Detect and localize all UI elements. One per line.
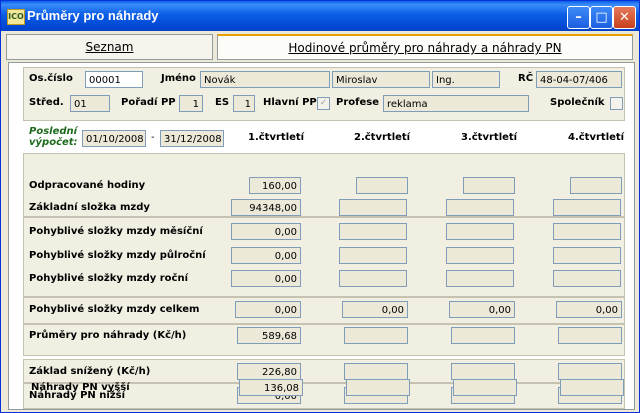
prumery-q3[interactable] [451,327,515,344]
rocni-q3[interactable] [446,270,514,287]
vypocet-label: výpočet: [29,137,78,148]
tab-hodinove-prumery[interactable]: Hodinové průměry pro náhrady a náhrady P… [217,34,633,60]
odpracovane-label: Odpracované hodiny [29,180,146,191]
mesicni-label: Pohyblivé složky mzdy měsíční [29,226,203,237]
zakladni-label: Základní složka mzdy [29,202,150,213]
celkem-label: Pohyblivé složky mzdy celkem [29,304,200,315]
nahrady-vyssi-label: Náhrady PN vyšší [31,382,130,393]
minimize-icon[interactable]: – [567,6,590,29]
zaklad-snizeny-q4[interactable] [558,363,622,380]
nahrady-vyssi-q4[interactable] [560,379,624,396]
zakladni-q3[interactable] [446,199,514,216]
maximize-icon[interactable]: □ [590,6,613,29]
zaklad-snizeny-q3[interactable] [451,363,515,380]
pulrocni-q1[interactable]: 0,00 [231,247,301,264]
posledni-label: Poslední [29,126,78,137]
zaklad-snizeny-label: Základ snížený (Kč/h) [29,366,151,377]
odpracovane-q2[interactable] [356,177,408,194]
rocni-q1[interactable]: 0,00 [231,270,301,287]
rocni-q4[interactable] [553,270,621,287]
prumery-q2[interactable] [344,327,408,344]
profese-label: Profese [336,97,379,108]
odpracovane-q3[interactable] [463,177,515,194]
jmeno-field[interactable]: Miroslav [332,71,430,88]
es-label: ES [215,97,230,108]
zaklad-snizeny-q1[interactable]: 226,80 [237,363,301,380]
spolecnik-checkbox[interactable] [610,97,623,110]
tab-seznam-label: Seznam [85,40,134,54]
zakladni-q4[interactable] [553,199,621,216]
profese-field[interactable]: reklama [383,95,529,112]
odpracovane-q1[interactable]: 160,00 [249,177,301,194]
pulrocni-q3[interactable] [446,247,514,264]
window-title: Průměry pro náhrady [27,8,159,23]
mesicni-q1[interactable]: 0,00 [231,223,301,240]
titul-field[interactable]: Ing. [432,71,500,88]
stred-label: Střed. [29,97,64,108]
rocni-label: Pohyblivé složky mzdy roční [29,273,189,284]
tab-hodinove-label: Hodinové průměry pro náhrady a náhrady P… [288,41,562,55]
hlavni-pp-label: Hlavní PP [263,97,317,108]
nahrady-vyssi-q3[interactable] [453,379,517,396]
mesicni-q2[interactable] [339,223,407,240]
mesicni-q4[interactable] [553,223,621,240]
client-area: Seznam Hodinové průměry pro náhrady a ná… [4,32,636,410]
rocni-q2[interactable] [339,270,407,287]
title-bar[interactable]: ICO Průměry pro náhrady – □ ✕ [1,1,639,31]
odpracovane-q4[interactable] [570,177,622,194]
period-dash: - [151,132,155,143]
quarter-header-4: 4.čtvrtletí [568,132,625,143]
celkem-q2[interactable]: 0,00 [342,301,408,318]
os-cislo-field[interactable]: 00001 [85,71,143,88]
pulrocni-q2[interactable] [339,247,407,264]
rc-label: RČ [518,73,534,84]
zakladni-q1[interactable]: 94348,00 [231,199,301,216]
prumery-q1[interactable]: 589,68 [237,327,301,344]
period-to-field[interactable]: 31/12/2008 [160,130,224,147]
es-field[interactable]: 1 [233,95,255,112]
hlavni-pp-checkbox[interactable]: ✓ [317,97,330,110]
nahrady-vyssi-q1[interactable]: 136,08 [239,379,303,396]
tab-seznam[interactable]: Seznam [6,34,213,60]
rc-field[interactable]: 48-04-07/406 [536,71,622,88]
jmeno-label: Jméno [161,73,196,84]
celkem-q4[interactable]: 0,00 [556,301,622,318]
main-window: ICO Průměry pro náhrady – □ ✕ Seznam Hod… [0,0,640,413]
app-icon: ICO [7,9,25,25]
quarter-header-1: 1.čtvrtletí [248,132,305,143]
pulrocni-q4[interactable] [553,247,621,264]
mesicni-q3[interactable] [446,223,514,240]
spolecnik-label: Společník [550,97,605,108]
prumery-label: Průměry pro náhrady (Kč/h) [29,330,187,341]
prijmeni-field[interactable]: Novák [200,71,330,88]
celkem-q3[interactable]: 0,00 [449,301,515,318]
close-icon[interactable]: ✕ [613,6,636,29]
nahrady-vyssi-q2[interactable] [346,379,410,396]
quarter-header-2: 2.čtvrtletí [354,132,411,143]
period-from-field[interactable]: 01/10/2008 [82,130,146,147]
zakladni-q2[interactable] [339,199,407,216]
stred-field[interactable]: 01 [70,95,110,112]
poradi-field[interactable]: 1 [179,95,203,112]
celkem-q1[interactable]: 0,00 [235,301,301,318]
prumery-q4[interactable] [558,327,622,344]
content-panel: Os.číslo 00001 Jméno Novák Miroslav Ing.… [8,62,635,410]
quarter-header-3: 3.čtvrtletí [461,132,518,143]
zaklad-snizeny-q2[interactable] [344,363,408,380]
os-cislo-label: Os.číslo [29,73,73,84]
poradi-label: Pořadí PP [121,97,176,108]
pulrocni-label: Pohyblivé složky mzdy půlroční [29,250,206,261]
